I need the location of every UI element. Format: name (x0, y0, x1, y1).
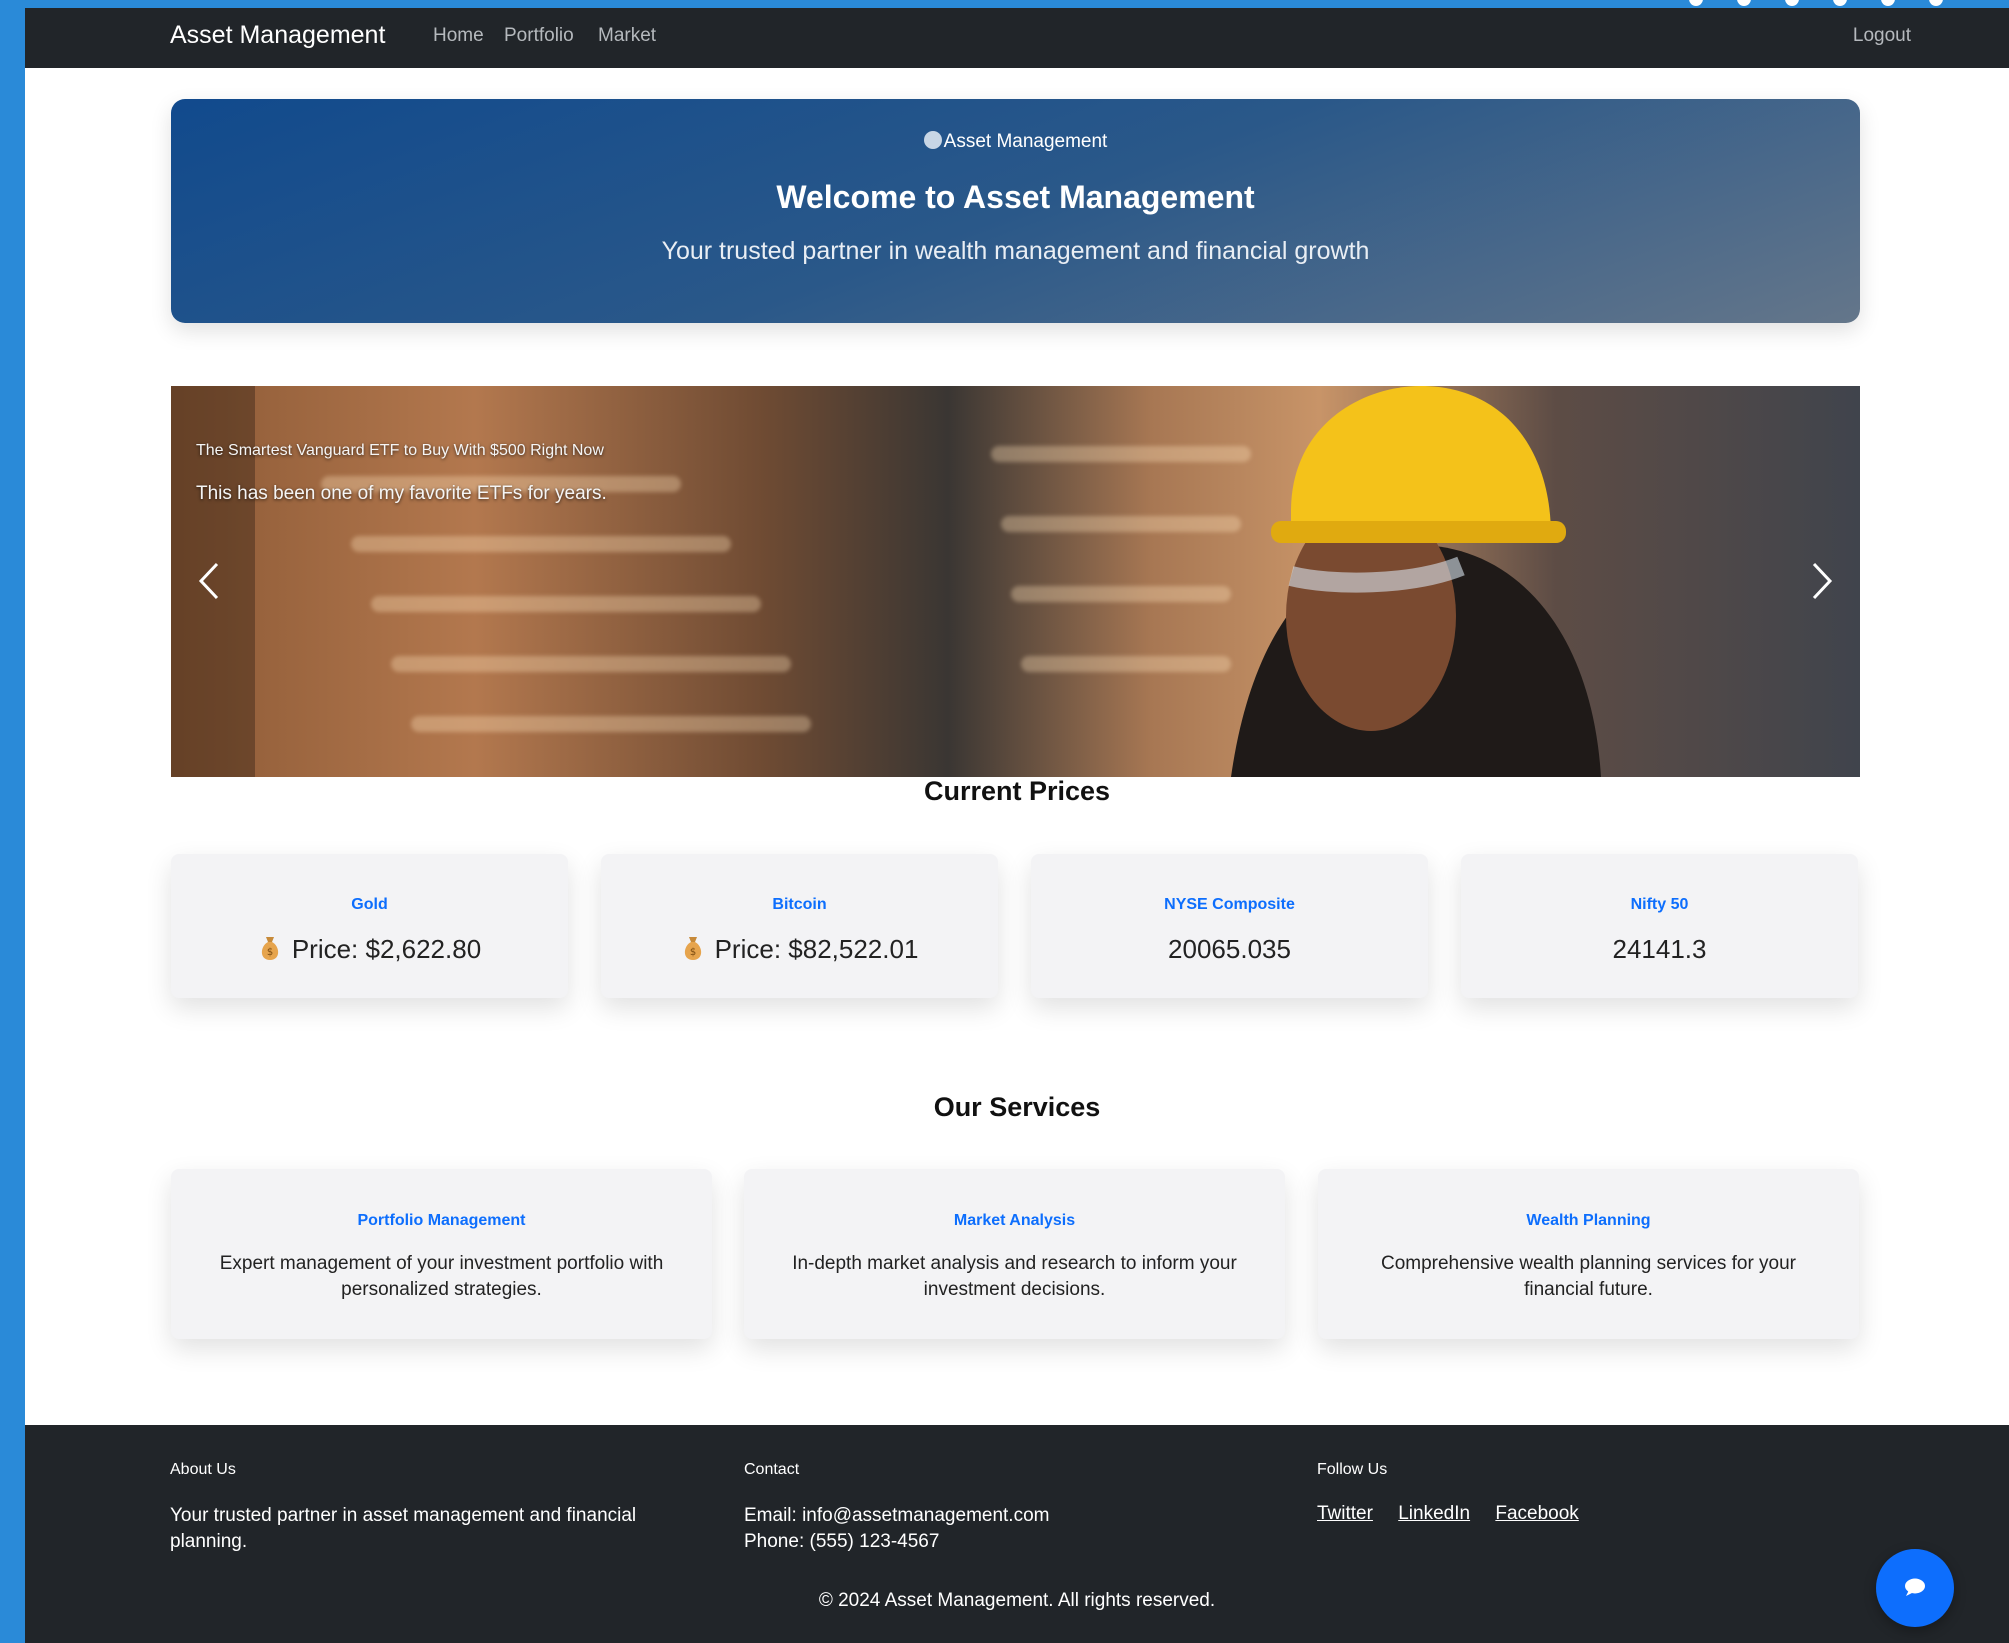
footer-contact-info: Email: info@assetmanagement.com Phone: (… (744, 1503, 1049, 1555)
price-card-gold: Gold $ Price: $2,622.80 (171, 854, 568, 998)
dot-icon (1833, 0, 1847, 6)
hero-logo-alt: Asset Management (943, 131, 1108, 152)
carousel-image-detail (411, 716, 811, 732)
service-card-portfolio: Portfolio Management Expert management o… (171, 1169, 712, 1339)
nav-home-link[interactable]: Home (433, 25, 484, 47)
dot-icon (1929, 0, 1943, 6)
hero-banner: Asset Management Welcome to Asset Manage… (171, 99, 1860, 323)
social-links: Twitter LinkedIn Facebook (1317, 1503, 1599, 1525)
price-card-title: Nifty 50 (1630, 896, 1689, 913)
footer-about-title: About Us (170, 1461, 236, 1478)
dot-icon (1689, 0, 1703, 6)
service-card-title: Market Analysis (953, 1212, 1076, 1229)
service-card-text: Comprehensive wealth planning services f… (1380, 1253, 1797, 1300)
carousel-image-detail (351, 536, 731, 552)
our-services-title: Our Services (933, 1092, 1101, 1122)
footer-about-text: Your trusted partner in asset management… (170, 1505, 637, 1552)
carousel-image-detail (391, 656, 791, 672)
footer-phone: Phone: (555) 123-4567 (744, 1531, 940, 1552)
price-card-nifty: Nifty 50 24141.3 (1461, 854, 1858, 998)
top-edge-dots (1679, 0, 2009, 8)
dot-icon (1737, 0, 1751, 6)
gold-price-text: Price: $2,622.80 (291, 934, 482, 964)
price-card-value: $ Price: $82,522.01 (601, 934, 998, 965)
service-card-market: Market Analysis In-depth market analysis… (744, 1169, 1285, 1339)
carousel-image-detail (371, 596, 761, 612)
worker-image (1231, 386, 1601, 777)
broken-image-icon (923, 131, 942, 149)
price-card-title: Bitcoin (772, 896, 827, 913)
browser-page: Asset Management Home Portfolio Market L… (25, 8, 2009, 1643)
current-prices-title: Current Prices (923, 776, 1111, 806)
carousel-caption-text: This has been one of my favorite ETFs fo… (196, 483, 607, 504)
svg-text:$: $ (267, 947, 273, 958)
logout-link[interactable]: Logout (1853, 25, 1911, 47)
price-card-title: Gold (351, 896, 388, 913)
nyse-value-text: 20065.035 (1168, 934, 1291, 964)
service-card-text: In-depth market analysis and research to… (792, 1253, 1237, 1300)
nav-portfolio-link[interactable]: Portfolio (504, 25, 574, 47)
service-card-text: Expert management of your investment por… (219, 1253, 664, 1300)
facebook-link[interactable]: Facebook (1495, 1503, 1578, 1524)
footer-contact-title: Contact (744, 1461, 800, 1478)
bitcoin-price-text: Price: $82,522.01 (714, 934, 919, 964)
svg-text:$: $ (689, 947, 695, 958)
nifty-value-text: 24141.3 (1612, 934, 1707, 964)
nav-market-link[interactable]: Market (598, 25, 656, 47)
footer: About Us Your trusted partner in asset m… (25, 1425, 2009, 1643)
price-card-title: NYSE Composite (1164, 896, 1295, 913)
money-bag-icon: $ (684, 937, 701, 960)
twitter-link[interactable]: Twitter (1317, 1503, 1373, 1524)
dot-icon (1785, 0, 1799, 6)
hero-logo: Asset Management (171, 131, 1860, 153)
hero-title: Welcome to Asset Management (776, 179, 1255, 215)
dot-icon (1881, 0, 1895, 6)
news-carousel[interactable]: The Smartest Vanguard ETF to Buy With $5… (171, 386, 1860, 777)
footer-email: Email: info@assetmanagement.com (744, 1505, 1050, 1526)
price-card-bitcoin: Bitcoin $ Price: $82,522.01 (601, 854, 998, 998)
copyright-text: © 2024 Asset Management. All rights rese… (818, 1590, 1216, 1611)
money-bag-icon: $ (261, 937, 278, 960)
navbar: Asset Management Home Portfolio Market L… (25, 8, 2009, 68)
service-card-title: Portfolio Management (357, 1212, 526, 1229)
linkedin-link[interactable]: LinkedIn (1398, 1503, 1470, 1524)
price-card-value: $ Price: $2,622.80 (171, 934, 568, 965)
carousel-caption-title[interactable]: The Smartest Vanguard ETF to Buy With $5… (196, 442, 604, 460)
chevron-right-icon[interactable] (1800, 556, 1840, 606)
service-card-wealth: Wealth Planning Comprehensive wealth pla… (1318, 1169, 1859, 1339)
chevron-left-icon[interactable] (191, 556, 231, 606)
footer-follow-title: Follow Us (1317, 1461, 1388, 1478)
price-card-nyse: NYSE Composite 20065.035 (1031, 854, 1428, 998)
chat-button[interactable] (1876, 1549, 1954, 1627)
hero-subtitle: Your trusted partner in wealth managemen… (661, 237, 1370, 265)
chat-bubble-icon (1905, 1578, 1925, 1596)
service-card-title: Wealth Planning (1526, 1212, 1651, 1229)
brand-link[interactable]: Asset Management (170, 21, 385, 50)
